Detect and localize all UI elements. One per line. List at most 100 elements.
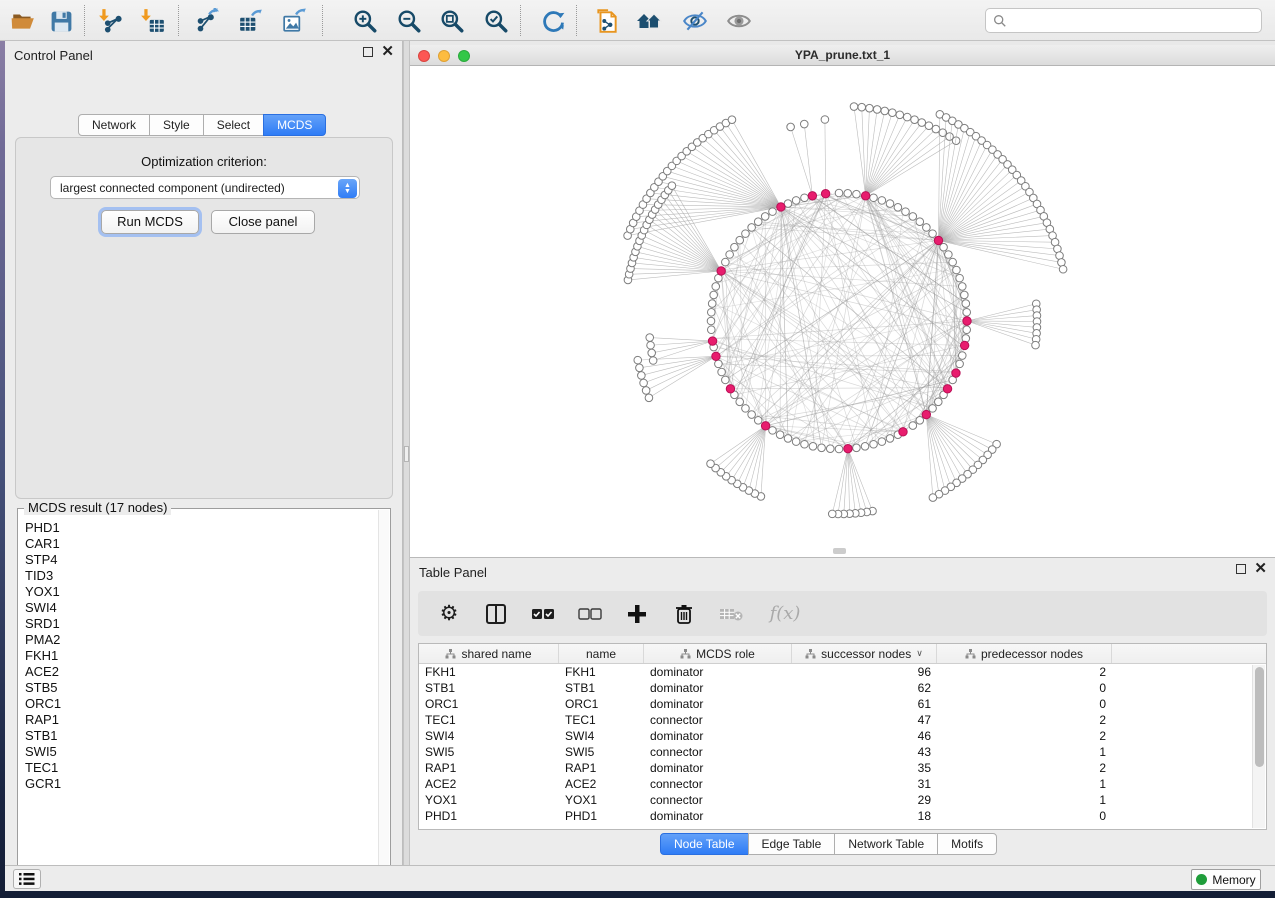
zoom-out-button[interactable] bbox=[394, 6, 424, 36]
network-node[interactable] bbox=[929, 494, 937, 502]
network-dominator-node[interactable] bbox=[963, 317, 971, 325]
optimization-criterion-select[interactable]: largest connected component (undirected)… bbox=[50, 176, 360, 199]
network-node[interactable] bbox=[718, 368, 726, 376]
network-node[interactable] bbox=[918, 119, 926, 127]
network-node[interactable] bbox=[850, 103, 858, 111]
zoom-fit-button[interactable] bbox=[437, 6, 467, 36]
memory-button[interactable]: Memory bbox=[1191, 869, 1261, 890]
network-dominator-node[interactable] bbox=[844, 444, 852, 452]
network-node[interactable] bbox=[866, 104, 874, 112]
network-node[interactable] bbox=[826, 445, 834, 453]
network-node[interactable] bbox=[742, 405, 750, 413]
mcds-result-item[interactable]: PHD1 bbox=[20, 520, 375, 536]
network-dominator-node[interactable] bbox=[708, 337, 716, 345]
tab-select[interactable]: Select bbox=[203, 114, 264, 136]
column-header-mcds-role[interactable]: MCDS role bbox=[644, 644, 792, 663]
mcds-result-item[interactable]: ACE2 bbox=[20, 664, 375, 680]
network-dominator-node[interactable] bbox=[717, 267, 725, 275]
mcds-result-item[interactable]: SWI5 bbox=[20, 744, 375, 760]
network-node[interactable] bbox=[722, 376, 730, 384]
export-network-button[interactable] bbox=[192, 6, 222, 36]
tab-network-table[interactable]: Network Table bbox=[834, 833, 938, 855]
network-node[interactable] bbox=[886, 435, 894, 443]
network-dominator-node[interactable] bbox=[960, 341, 968, 349]
float-panel-icon[interactable] bbox=[1236, 564, 1246, 574]
table-scrollbar[interactable] bbox=[1252, 665, 1265, 828]
network-dominator-node[interactable] bbox=[712, 352, 720, 360]
mcds-list-scrollbar[interactable] bbox=[378, 510, 389, 877]
network-node[interactable] bbox=[707, 460, 715, 468]
network-node[interactable] bbox=[648, 349, 656, 357]
table-row[interactable]: SWI4SWI4dominator462 bbox=[419, 728, 1266, 744]
mcds-result-item[interactable]: SWI4 bbox=[20, 600, 375, 616]
close-panel-button[interactable]: Close panel bbox=[211, 210, 315, 234]
network-node[interactable] bbox=[731, 243, 739, 251]
mcds-result-item[interactable]: YOX1 bbox=[20, 584, 375, 600]
mcds-result-item[interactable]: TID3 bbox=[20, 568, 375, 584]
mcds-result-item[interactable]: STB1 bbox=[20, 728, 375, 744]
network-node[interactable] bbox=[728, 116, 736, 124]
export-image-button[interactable] bbox=[280, 6, 310, 36]
network-node[interactable] bbox=[925, 122, 933, 130]
network-node[interactable] bbox=[640, 379, 648, 387]
network-node[interactable] bbox=[934, 398, 942, 406]
network-node[interactable] bbox=[707, 317, 715, 325]
network-node[interactable] bbox=[958, 283, 966, 291]
import-network-button[interactable] bbox=[96, 6, 126, 36]
network-dominator-node[interactable] bbox=[861, 192, 869, 200]
show-columns-button[interactable] bbox=[483, 601, 509, 627]
network-node[interactable] bbox=[1058, 259, 1066, 267]
first-neighbors-button[interactable] bbox=[634, 6, 664, 36]
network-node[interactable] bbox=[748, 411, 756, 419]
network-node[interactable] bbox=[708, 300, 716, 308]
network-dominator-node[interactable] bbox=[934, 236, 942, 244]
mcds-result-item[interactable]: FKH1 bbox=[20, 648, 375, 664]
network-node[interactable] bbox=[668, 182, 676, 190]
network-node[interactable] bbox=[787, 123, 795, 131]
network-node[interactable] bbox=[736, 236, 744, 244]
network-node[interactable] bbox=[963, 326, 971, 334]
network-node[interactable] bbox=[902, 208, 910, 216]
network-node[interactable] bbox=[861, 443, 869, 451]
network-dominator-node[interactable] bbox=[808, 192, 816, 200]
network-node[interactable] bbox=[870, 440, 878, 448]
network-node[interactable] bbox=[945, 251, 953, 259]
open-file-button[interactable] bbox=[8, 6, 38, 36]
tab-style[interactable]: Style bbox=[149, 114, 204, 136]
network-node[interactable] bbox=[853, 444, 861, 452]
zoom-selected-button[interactable] bbox=[481, 6, 511, 36]
close-panel-icon[interactable]: ✕ bbox=[1254, 564, 1267, 574]
network-scroll-grabber[interactable] bbox=[833, 548, 846, 554]
show-log-button[interactable] bbox=[13, 869, 41, 889]
import-table-button[interactable] bbox=[138, 6, 168, 36]
network-node[interactable] bbox=[916, 416, 924, 424]
delete-columns-button[interactable] bbox=[671, 601, 697, 627]
tab-mcds[interactable]: MCDS bbox=[263, 114, 326, 136]
network-node[interactable] bbox=[1032, 341, 1040, 349]
function-builder-button[interactable]: f(x) bbox=[765, 601, 805, 627]
network-node[interactable] bbox=[726, 251, 734, 259]
mcds-result-item[interactable]: RAP1 bbox=[20, 712, 375, 728]
network-node[interactable] bbox=[828, 510, 836, 518]
network-canvas[interactable] bbox=[410, 66, 1273, 557]
network-node[interactable] bbox=[638, 372, 646, 380]
network-node[interactable] bbox=[909, 422, 917, 430]
column-header-successor-nodes[interactable]: successor nodes ∨ bbox=[792, 644, 937, 663]
network-node[interactable] bbox=[949, 258, 957, 266]
network-node[interactable] bbox=[800, 120, 808, 128]
vertical-splitter[interactable] bbox=[403, 41, 410, 865]
network-node[interactable] bbox=[911, 116, 919, 124]
table-row[interactable]: SWI5SWI5connector431 bbox=[419, 744, 1266, 760]
table-row[interactable]: PHD1PHD1dominator180 bbox=[419, 808, 1266, 824]
mcds-result-item[interactable]: ORC1 bbox=[20, 696, 375, 712]
export-table-button[interactable] bbox=[236, 6, 266, 36]
network-dominator-node[interactable] bbox=[922, 410, 930, 418]
network-node[interactable] bbox=[649, 357, 657, 365]
mcds-result-item[interactable]: PMA2 bbox=[20, 632, 375, 648]
unselect-all-columns-button[interactable] bbox=[577, 601, 603, 627]
network-node[interactable] bbox=[736, 398, 744, 406]
network-node[interactable] bbox=[835, 445, 843, 453]
delete-table-button[interactable] bbox=[718, 601, 744, 627]
table-row[interactable]: TEC1TEC1connector472 bbox=[419, 712, 1266, 728]
network-node[interactable] bbox=[903, 113, 911, 121]
